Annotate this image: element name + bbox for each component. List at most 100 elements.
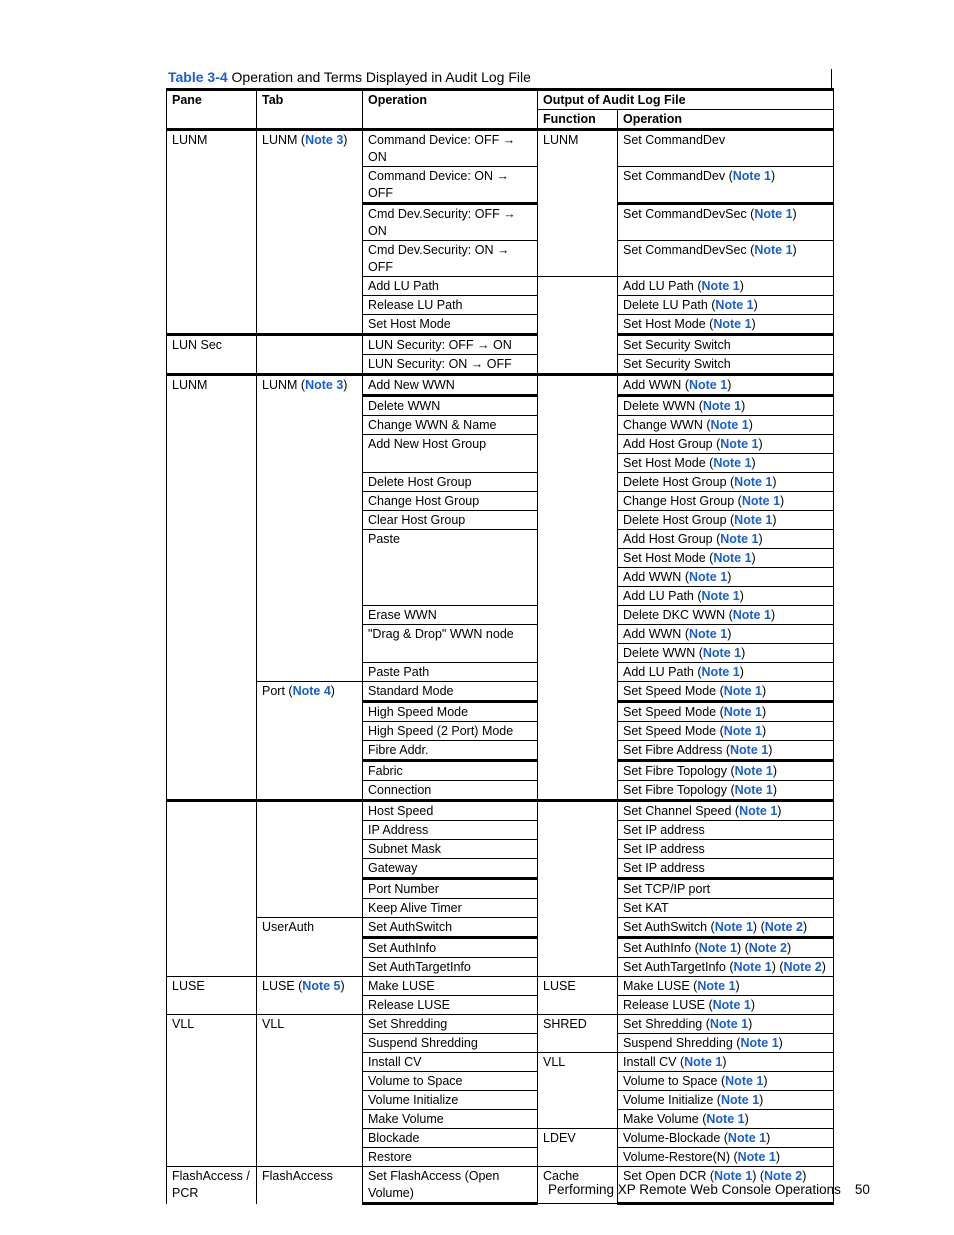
operation-cell: Add New Host Group [362, 434, 538, 473]
operation-cell: Cmd Dev.Security: ON → OFF [362, 240, 538, 277]
note-link[interactable]: Note 1 [715, 298, 753, 312]
output-operation-cell: Volume-Restore(N) (Note 1) [617, 1147, 834, 1167]
tab-cell [256, 799, 363, 918]
operation-cell: Set AuthTargetInfo [362, 957, 538, 977]
note-link[interactable]: Note 1 [715, 920, 753, 934]
pane-cell [166, 799, 257, 977]
note-link[interactable]: Note 1 [720, 437, 758, 451]
operation-cell: "Drag & Drop" WWN node [362, 624, 538, 663]
note-link[interactable]: Note 1 [684, 1055, 722, 1069]
tab-cell: UserAuth [256, 917, 363, 977]
operation-cell: Connection [362, 780, 538, 801]
output-operation-cell: Make LUSE (Note 1) [617, 976, 834, 996]
output-operation-cell: Suspend Shredding (Note 1) [617, 1033, 834, 1053]
operation-cell: Release LUSE [362, 995, 538, 1015]
note-link[interactable]: Note 1 [706, 1112, 744, 1126]
pane-cell: LUN Sec [166, 333, 257, 375]
output-operation-cell: Delete DKC WWN (Note 1) [617, 605, 834, 625]
note-link[interactable]: Note 1 [702, 279, 740, 293]
note-link[interactable]: Note 1 [711, 418, 749, 432]
note-link[interactable]: Note 1 [702, 589, 740, 603]
operation-cell: Blockade [362, 1128, 538, 1148]
operation-cell: Set Host Mode [362, 314, 538, 335]
output-operation-cell: Add Host Group (Note 1) [617, 434, 834, 454]
note-link[interactable]: Note 1 [702, 665, 740, 679]
note-link[interactable]: Note 1 [703, 646, 741, 660]
table-row: Host Speed Set Channel Speed (Note 1) [166, 799, 834, 977]
output-operation-cell: Set AuthInfo (Note 1) (Note 2) [617, 936, 834, 958]
output-operation-cell: Set Security Switch [617, 354, 834, 375]
output-operation-cell: Add WWN (Note 1) [617, 567, 834, 587]
note-link[interactable]: Note 1 [754, 207, 792, 221]
note-link[interactable]: Note 1 [724, 684, 762, 698]
note-link[interactable]: Note 1 [735, 764, 773, 778]
function-cell: LUNM [537, 129, 618, 277]
note-link[interactable]: Note 1 [713, 456, 751, 470]
note-link[interactable]: Note 1 [724, 705, 762, 719]
note-link[interactable]: Note 1 [689, 627, 727, 641]
output-operation-cell: Set Host Mode (Note 1) [617, 548, 834, 568]
table-number-link[interactable]: Table 3-4 [168, 69, 228, 85]
note-link[interactable]: Note 1 [725, 1074, 763, 1088]
output-operation-cell: Set IP address [617, 820, 834, 840]
function-cell [537, 373, 618, 801]
note-link[interactable]: Note 1 [734, 513, 772, 527]
note-link[interactable]: Note 2 [764, 1169, 802, 1183]
operation-cell: Suspend Shredding [362, 1033, 538, 1053]
output-operation-cell: Set CommandDev (Note 1) [617, 166, 834, 204]
note-link[interactable]: Note 1 [697, 979, 735, 993]
output-operation-cell: Set Speed Mode (Note 1) [617, 700, 834, 722]
note-link[interactable]: Note 1 [754, 243, 792, 257]
function-cell: SHRED [537, 1014, 618, 1053]
note-link[interactable]: Note 2 [765, 920, 803, 934]
tab-cell: Port (Note 4) [256, 681, 363, 801]
header-tab: Tab [256, 88, 363, 131]
note-link[interactable]: Note 1 [713, 317, 751, 331]
table-row: VLL VLL Set Shredding SHRED Set Shredding (N… [166, 1014, 834, 1167]
pane-cell: LUNM [166, 373, 257, 801]
note-link[interactable]: Note 2 [784, 960, 822, 974]
output-operation-cell: Delete WWN (Note 1) [617, 394, 834, 416]
note-link[interactable]: Note 1 [710, 1017, 748, 1031]
note-link[interactable]: Note 1 [733, 169, 771, 183]
note-link[interactable]: Note 3 [305, 133, 343, 147]
pane-cell: LUSE [166, 976, 257, 1015]
operation-cell: Host Speed [362, 799, 538, 821]
note-link[interactable]: Note 1 [720, 532, 758, 546]
note-link[interactable]: Note 2 [749, 941, 787, 955]
note-link[interactable]: Note 1 [689, 570, 727, 584]
note-link[interactable]: Note 1 [689, 378, 727, 392]
note-link[interactable]: Note 1 [713, 551, 751, 565]
output-operation-cell: Set CommandDevSec (Note 1) [617, 240, 834, 277]
operation-cell: Gateway [362, 858, 538, 879]
note-link[interactable]: Note 3 [305, 378, 343, 392]
note-link[interactable]: Note 1 [724, 724, 762, 738]
operation-cell: Change Host Group [362, 491, 538, 511]
note-link[interactable]: Note 1 [734, 475, 772, 489]
note-link[interactable]: Note 1 [742, 494, 780, 508]
note-link[interactable]: Note 1 [738, 1150, 776, 1164]
operation-cell: High Speed Mode [362, 700, 538, 722]
operation-cell: Release LU Path [362, 295, 538, 315]
operation-cell: Make Volume [362, 1109, 538, 1129]
note-link[interactable]: Note 1 [703, 399, 741, 413]
output-operation-cell: Add LU Path (Note 1) [617, 276, 834, 296]
note-link[interactable]: Note 1 [734, 960, 772, 974]
note-link[interactable]: Note 1 [699, 941, 737, 955]
note-link[interactable]: Note 1 [730, 743, 768, 757]
note-link[interactable]: Note 1 [714, 1169, 752, 1183]
note-link[interactable]: Note 1 [739, 804, 777, 818]
pane-cell: LUNM [166, 129, 257, 335]
header-function: Function [537, 109, 618, 131]
operation-cell: Set Shredding [362, 1014, 538, 1034]
note-link[interactable]: Note 4 [293, 684, 331, 698]
note-link[interactable]: Note 5 [302, 979, 340, 993]
note-link[interactable]: Note 1 [728, 1131, 766, 1145]
operation-cell: Install CV [362, 1052, 538, 1072]
note-link[interactable]: Note 1 [740, 1036, 778, 1050]
note-link[interactable]: Note 1 [721, 1093, 759, 1107]
output-operation-cell: Set KAT [617, 898, 834, 918]
note-link[interactable]: Note 1 [713, 998, 751, 1012]
note-link[interactable]: Note 1 [733, 608, 771, 622]
note-link[interactable]: Note 1 [735, 783, 773, 797]
